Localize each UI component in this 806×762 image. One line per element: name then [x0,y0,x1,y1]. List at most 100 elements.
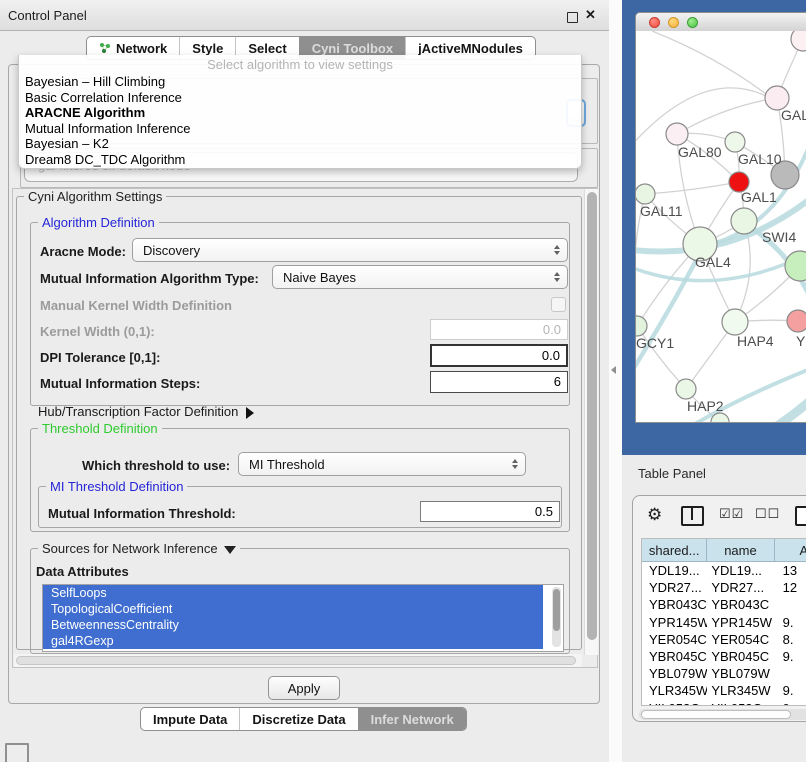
table-cell: YIL052C [707,701,774,706]
algorithm-option[interactable]: Bayesian – Hill Climbing [19,74,581,90]
table-cell: YBR045C [642,649,707,664]
network-canvas[interactable]: GALGAL80GAL10GAL1GAL11SWI4GAL4HAP4YGCY1H… [636,31,806,423]
algorithm-option[interactable]: ARACNE Algorithm [19,105,581,121]
data-attribute-item[interactable]: TopologicalCoefficient [43,601,543,617]
mi-type-combo[interactable]: Naive Bayes [272,265,568,289]
algorithm-option[interactable]: Dream8 DC_TDC Algorithm [19,152,581,168]
settings-hscrollbar[interactable] [14,654,582,667]
dropdown-prompt: Select algorithm to view settings [19,55,581,74]
tab-infer-network[interactable]: Infer Network [358,708,466,730]
gear-icon[interactable]: ⚙ [647,506,662,524]
apply-button[interactable]: Apply [268,676,340,700]
network-svg: GALGAL80GAL10GAL1GAL11SWI4GAL4HAP4YGCY1H… [636,31,806,423]
manual-kernel-checkbox[interactable] [551,297,566,312]
network-node[interactable] [636,316,647,336]
hub-definition-expander[interactable]: Hub/Transcription Factor Definition [38,404,254,419]
table-row[interactable]: YBL079WYBL079W [642,665,806,682]
table-row[interactable]: YER054CYER054C8. [642,631,806,648]
table-column-header[interactable]: shared... [642,539,707,561]
table-cell: YBL079W [707,666,774,681]
table-column-header[interactable]: name [707,539,774,561]
tab-label: Infer Network [371,712,454,727]
threshold-definition-legend: Threshold Definition [38,421,162,436]
table-hscroll-thumb[interactable] [641,710,791,719]
table-cell: YBR043C [707,597,774,612]
network-node[interactable] [731,208,757,234]
table-row[interactable]: YIL052CYIL052C9. [642,700,806,707]
mi-type-label: Mutual Information Algorithm Type: [40,271,259,286]
data-attribute-item[interactable]: SelfLoops [43,585,543,601]
node-label: GAL11 [640,203,683,219]
deselect-all-columns-icon[interactable]: ☐☐ [755,506,780,522]
network-window-titlebar[interactable] [636,13,806,32]
manual-kernel-label: Manual Kernel Width Definition [40,298,232,313]
minimize-window-icon[interactable] [668,17,679,28]
node-label: GAL4 [695,254,731,270]
data-attribute-item[interactable]: gal4RGexp [43,633,543,649]
settings-hscroll-thumb[interactable] [16,656,576,665]
columns-icon[interactable] [681,506,704,526]
network-view-frame: GALGAL80GAL10GAL1GAL11SWI4GAL4HAP4YGCY1H… [622,0,806,455]
tab-label: Cyni Toolbox [312,41,393,56]
network-node[interactable] [787,310,806,332]
tab-label: Select [248,41,286,56]
export-table-icon[interactable] [795,506,806,526]
close-window-icon[interactable] [649,17,660,28]
table-row[interactable]: YPR145WYPR145W9. [642,614,806,631]
table-row[interactable]: YDL19...YDL19...13 [642,562,806,579]
network-node[interactable] [725,132,745,152]
minimized-panel-icon[interactable] [5,743,29,762]
sources-legend[interactable]: Sources for Network Inference [38,541,240,556]
table-column-header[interactable]: A [775,539,806,561]
kernel-width-field[interactable]: 0.0 [430,319,568,340]
mi-threshold-field[interactable]: 0.5 [420,501,560,522]
dpi-tolerance-field[interactable]: 0.0 [430,344,568,367]
node-label: HAP2 [687,398,724,414]
table-row[interactable]: YLR345WYLR345W9. [642,682,806,699]
table-row[interactable]: YDR27...YDR27...12 [642,579,806,596]
network-node[interactable] [785,251,806,281]
network-node[interactable] [722,309,748,335]
table-row[interactable]: YBR043CYBR043C [642,596,806,613]
select-all-columns-icon[interactable]: ☑☑ [719,506,744,522]
settings-vscrollbar[interactable] [584,189,598,655]
aracne-mode-label: Aracne Mode: [40,244,126,259]
network-node[interactable] [676,379,696,399]
algorithm-option[interactable]: Mutual Information Inference [19,121,581,137]
node-label: Y [796,333,806,349]
data-attribute-item[interactable]: BetweennessCentrality [43,617,543,633]
panel-divider[interactable] [609,0,622,762]
table-cell: 9. [775,701,806,706]
close-panel-icon[interactable]: ✕ [585,7,596,23]
zoom-window-icon[interactable] [687,17,698,28]
attributes-scrollbar[interactable] [552,587,561,647]
network-node[interactable] [636,184,655,204]
aracne-mode-value: Discovery [143,243,200,258]
mi-steps-field[interactable]: 6 [430,371,568,393]
table-cell: YBR045C [707,649,774,664]
settings-vscroll-thumb[interactable] [587,192,597,640]
table-row[interactable]: YBR045CYBR045C9. [642,648,806,665]
tab-discretize-data[interactable]: Discretize Data [239,708,357,730]
data-attributes-list: SelfLoopsTopologicalCoefficientBetweenne… [42,584,564,652]
table-cell: YER054C [707,632,774,647]
table-cell: YDR27... [642,580,707,595]
divider-grip-icon[interactable] [611,366,616,374]
expander-right-icon [246,407,254,419]
which-threshold-combo[interactable]: MI Threshold [238,452,526,476]
algorithm-option[interactable]: Bayesian – K2 [19,136,581,152]
node-label: SWI4 [762,229,796,245]
table-hscrollbar[interactable] [639,709,806,720]
node-label: GAL10 [738,151,782,167]
network-window: GALGAL80GAL10GAL1GAL11SWI4GAL4HAP4YGCY1H… [635,12,806,423]
table-cell: YPR145W [642,615,707,630]
table-cell: YBL079W [642,666,707,681]
aracne-mode-combo[interactable]: Discovery [132,238,568,262]
tab-impute-data[interactable]: Impute Data [141,708,239,730]
float-panel-icon[interactable] [567,12,578,23]
network-node[interactable] [666,123,688,145]
table-cell: YDL19... [642,563,707,578]
table-cell: 9. [775,683,806,698]
network-node[interactable] [791,31,806,51]
algorithm-option[interactable]: Basic Correlation Inference [19,90,581,106]
